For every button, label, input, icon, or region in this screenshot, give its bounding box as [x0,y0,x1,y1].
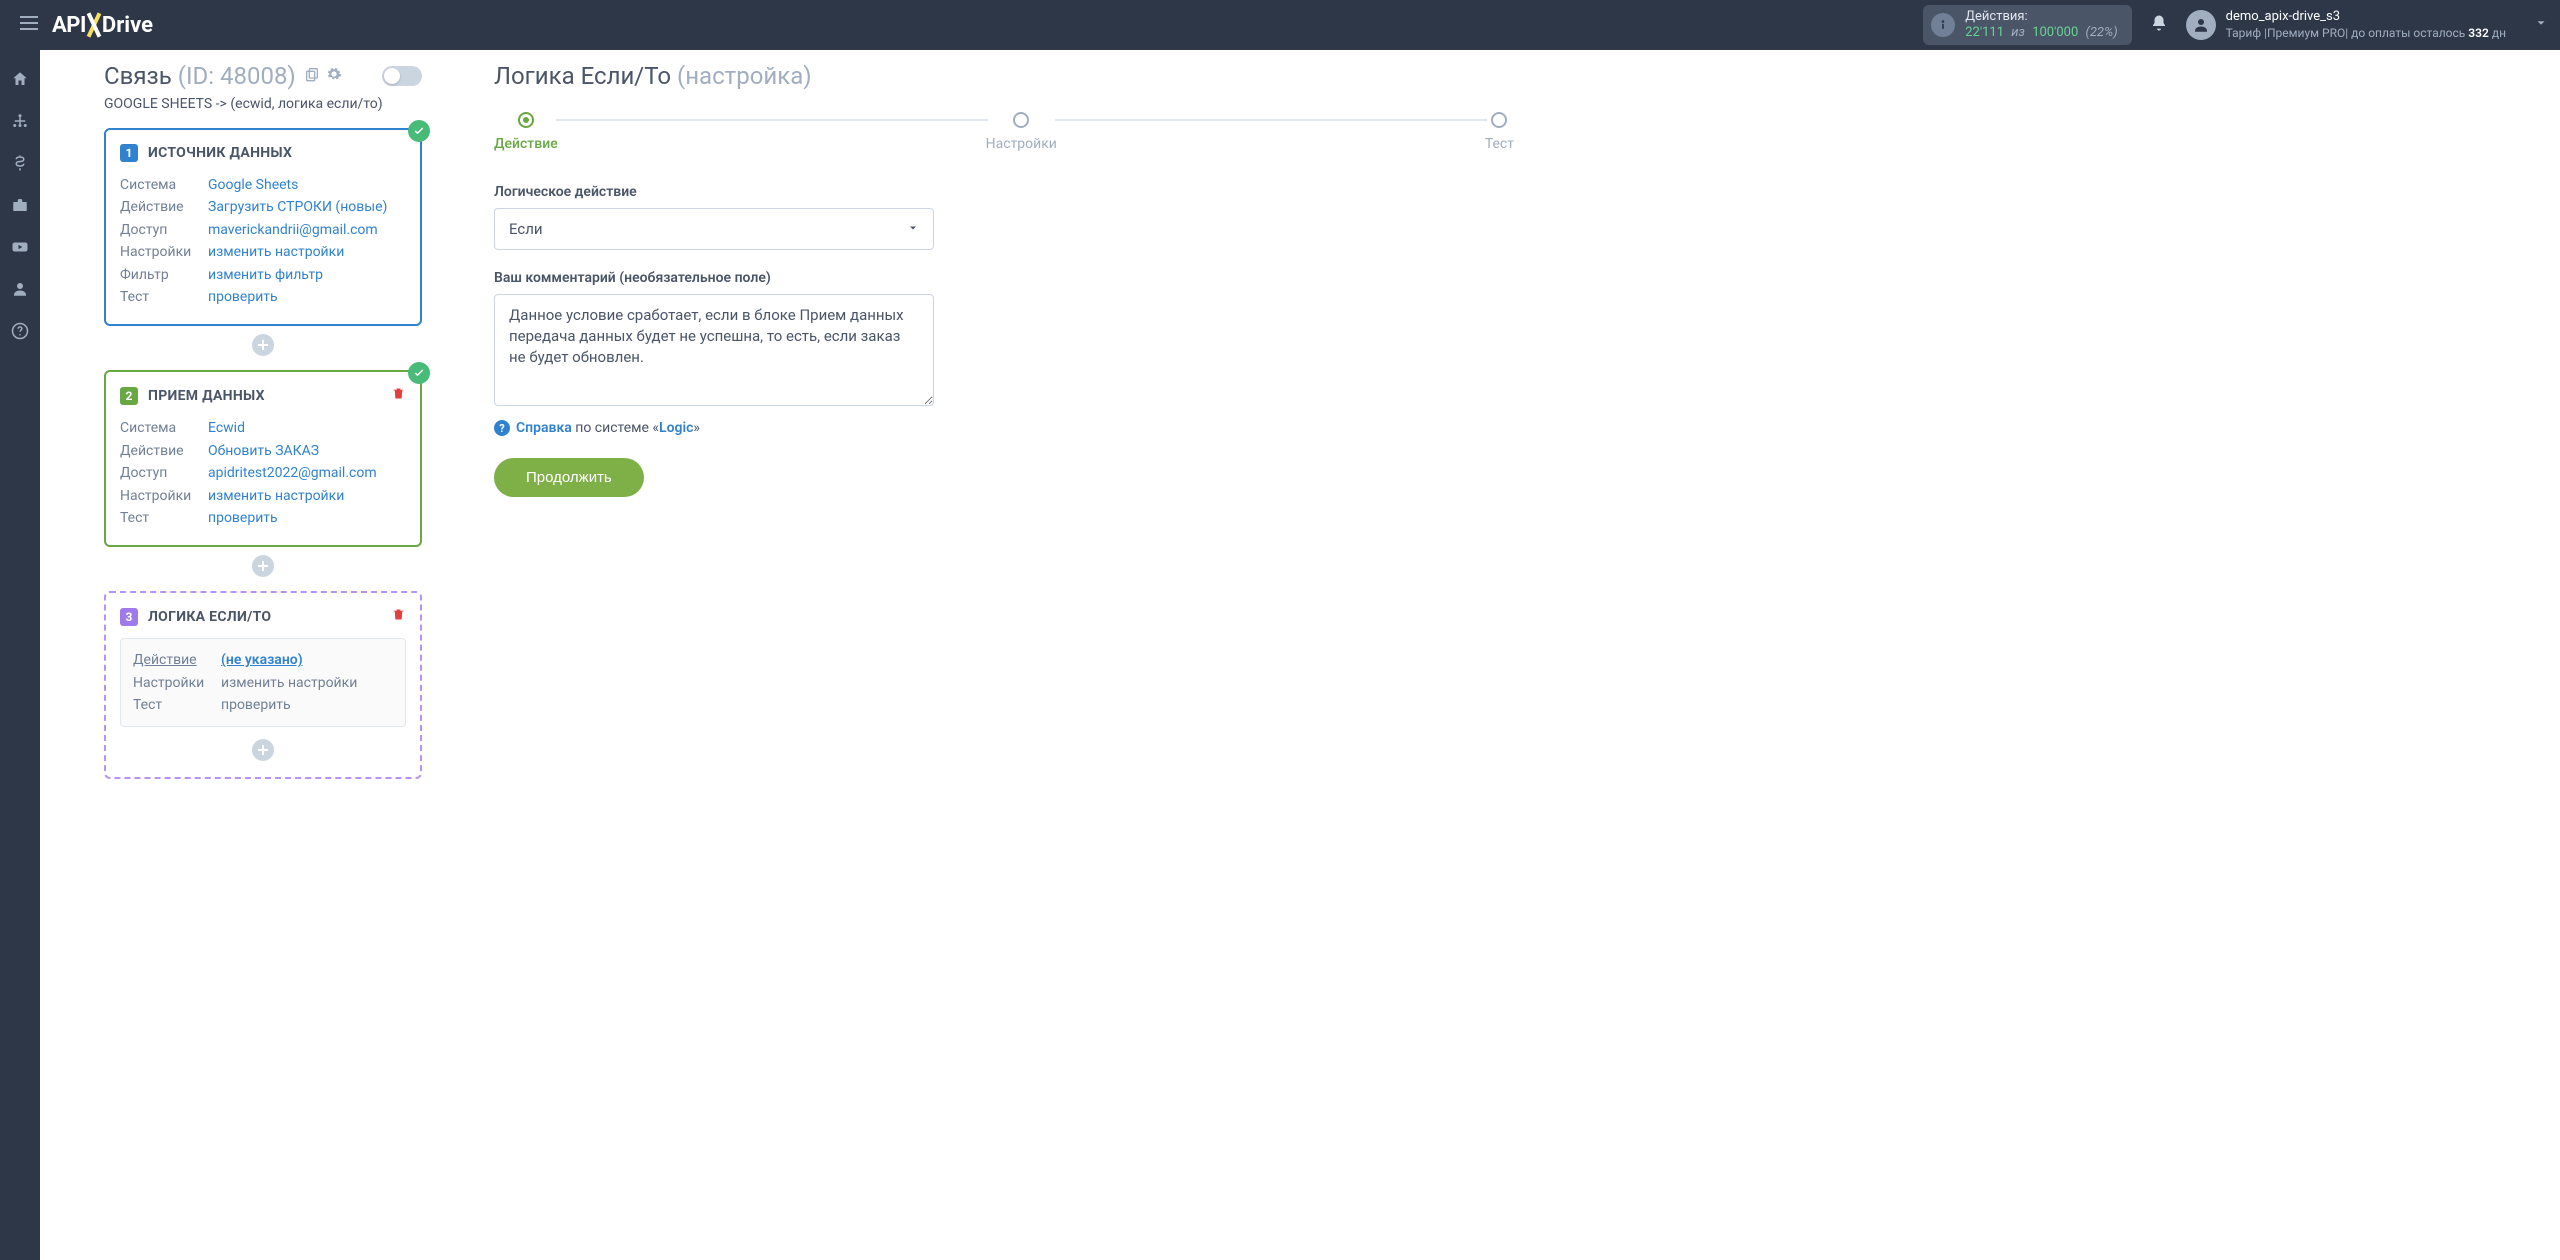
nav-help[interactable] [0,310,40,352]
notifications-button[interactable] [2150,14,2168,36]
user-tariff: Тариф |Премиум PRO| до оплаты осталось 3… [2226,26,2506,41]
actions-total: 100'000 [2032,25,2078,40]
connection-toggle[interactable] [382,66,422,86]
dest-settings-link[interactable]: изменить настройки [208,485,344,507]
logic-action-label: Логическое действие [494,184,1514,200]
logic-action-select[interactable]: Если [494,208,934,250]
top-header: API Drive Действия: 22'111 из 100'000 (2… [0,0,2560,50]
expand-chevron-icon[interactable] [2534,16,2548,34]
dest-action-link[interactable]: Обновить ЗАКАЗ [208,440,319,462]
add-block-button-2[interactable] [252,555,274,577]
dest-access-link[interactable]: apidritest2022@gmail.com [208,462,377,484]
continue-button[interactable]: Продолжить [494,458,644,497]
add-block-button-1[interactable] [252,334,274,356]
connection-sidebar: Связь (ID: 48008) GOOGLE SHEETS -> (ecwi… [104,58,422,787]
chevron-down-icon [907,220,919,238]
connection-id: (ID: 48008) [178,62,296,90]
actions-current: 22'111 [1965,25,2004,40]
copy-icon[interactable] [304,66,320,86]
page-title: Логика Если/То (настройка) [494,62,1514,90]
menu-toggle-button[interactable] [12,8,46,42]
actions-percent: (22%) [2086,25,2118,40]
nav-youtube[interactable] [0,226,40,268]
destination-card-title: ПРИЕМ ДАННЫХ [148,388,265,404]
logic-action-placeholder[interactable]: (не указано) [221,649,303,671]
avatar-icon [2186,10,2216,40]
nav-briefcase[interactable] [0,184,40,226]
nav-billing[interactable] [0,142,40,184]
step-number-1: 1 [120,144,138,162]
main-content: Логика Если/То (настройка) Действие Наст… [494,58,1514,787]
connection-subtitle: GOOGLE SHEETS -> (ecwid, логика если/то) [104,96,422,112]
source-settings-link[interactable]: изменить настройки [208,241,344,263]
logic-card-title: ЛОГИКА ЕСЛИ/ТО [148,609,271,625]
add-block-button-3[interactable] [252,739,274,761]
comment-label: Ваш комментарий (необязательное поле) [494,270,1514,286]
logo-x-icon [84,14,104,36]
logic-card: 3 ЛОГИКА ЕСЛИ/ТО Действие(не указано) На… [104,591,422,779]
nav-home[interactable] [0,58,40,100]
question-icon: ? [494,420,510,436]
user-name: demo_apix-drive_s3 [2226,9,2506,25]
source-filter-link[interactable]: изменить фильтр [208,264,323,286]
source-card: 1 ИСТОЧНИК ДАННЫХ СистемаGoogle Sheets Д… [104,128,422,326]
select-value: Если [509,220,543,238]
dest-system-link[interactable]: Ecwid [208,417,245,439]
comment-textarea[interactable] [494,294,934,406]
actions-sep: из [2011,25,2025,40]
logic-settings-text: изменить настройки [221,672,357,694]
logo-text-b: Drive [102,13,153,38]
step-settings[interactable]: Настройки [986,112,1057,152]
logo[interactable]: API Drive [52,13,153,38]
logic-test-text: проверить [221,694,291,716]
gear-icon[interactable] [326,66,342,86]
check-icon [408,362,430,384]
step-number-3: 3 [120,608,138,626]
destination-card: 2 ПРИЕМ ДАННЫХ СистемаEcwid ДействиеОбно… [104,370,422,547]
check-icon [408,120,430,142]
source-access-link[interactable]: maverickandrii@gmail.com [208,219,378,241]
help-link[interactable]: ? Справка по системе «Logic» [494,420,1514,436]
source-test-link[interactable]: проверить [208,286,278,308]
delete-logic-button[interactable] [391,607,406,626]
actions-counter[interactable]: Действия: 22'111 из 100'000 (22%) [1923,5,2131,44]
step-number-2: 2 [120,387,138,405]
step-action[interactable]: Действие [494,112,558,152]
actions-label: Действия: [1965,9,2117,25]
nav-account[interactable] [0,268,40,310]
source-card-title: ИСТОЧНИК ДАННЫХ [148,145,292,161]
logo-text-a: API [52,13,86,38]
icon-sidebar [0,50,40,1260]
wizard-stepper: Действие Настройки Тест [494,112,1514,152]
source-action-link[interactable]: Загрузить СТРОКИ (новые) [208,196,387,218]
step-test[interactable]: Тест [1485,112,1514,152]
dest-test-link[interactable]: проверить [208,507,278,529]
info-icon [1931,13,1955,37]
connection-title: Связь [104,62,172,90]
delete-destination-button[interactable] [391,386,406,405]
source-system-link[interactable]: Google Sheets [208,174,298,196]
user-menu[interactable]: demo_apix-drive_s3 Тариф |Премиум PRO| д… [2186,9,2514,40]
nav-connections[interactable] [0,100,40,142]
